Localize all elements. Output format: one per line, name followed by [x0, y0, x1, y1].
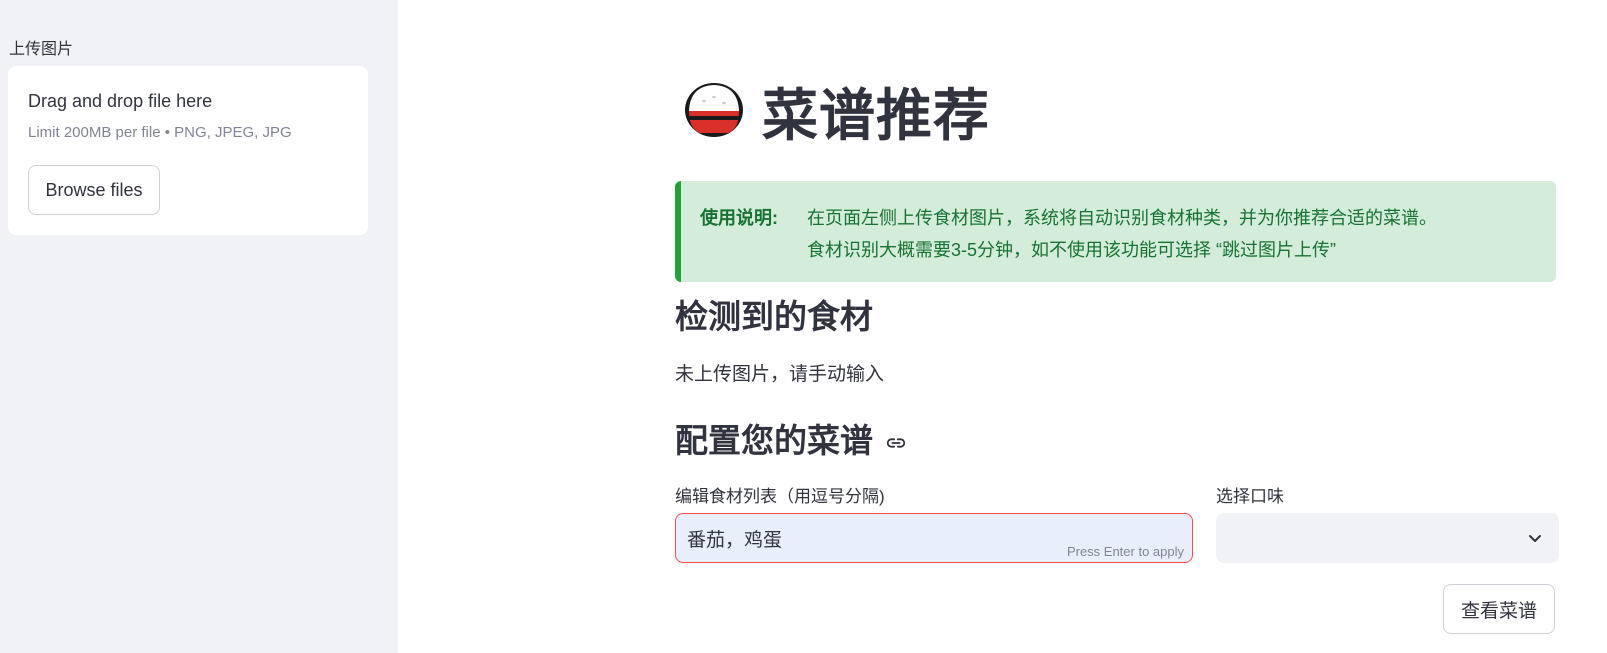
detected-ingredients-text: 未上传图片，请手动输入 [675, 364, 885, 385]
rice-bowl-icon [685, 83, 743, 137]
ingredients-label: 编辑食材列表（用逗号分隔) [675, 487, 885, 506]
main-content: 菜谱推荐 使用说明: 在页面左侧上传食材图片，系统将自动识别食材种类，并为你推荐… [398, 0, 1607, 653]
config-heading: 配置您的菜谱 [675, 421, 873, 460]
info-text-line2: 食材识别大概需要3-5分钟，如不使用该功能可选择 “跳过图片上传” [807, 240, 1337, 260]
dropzone-title: Drag and drop file here [28, 91, 213, 111]
chevron-down-icon [1529, 535, 1541, 542]
detected-ingredients-heading: 检测到的食材 [675, 297, 873, 336]
ingredients-input-wrapper: Press Enter to apply [675, 513, 1193, 563]
page-title: 菜谱推荐 [762, 83, 990, 149]
taste-label: 选择口味 [1216, 487, 1284, 506]
upload-label: 上传图片 [9, 41, 74, 58]
sidebar: 上传图片 Drag and drop file here Limit 200MB… [0, 0, 398, 653]
info-text-line1: 在页面左侧上传食材图片，系统将自动识别食材种类，并为你推荐合适的菜谱。 [807, 208, 1437, 228]
title-row: 菜谱推荐 [682, 76, 990, 149]
press-enter-hint: Press Enter to apply [1066, 544, 1184, 559]
file-dropzone[interactable]: Drag and drop file here Limit 200MB per … [8, 66, 368, 235]
link-icon[interactable] [885, 432, 907, 454]
browse-files-button[interactable]: Browse files [28, 165, 160, 215]
taste-select[interactable] [1216, 513, 1559, 563]
info-alert: 使用说明: 在页面左侧上传食材图片，系统将自动识别食材种类，并为你推荐合适的菜谱… [675, 181, 1556, 282]
config-heading-row: 配置您的菜谱 [675, 414, 907, 462]
dropzone-limit-text: Limit 200MB per file • PNG, JPEG, JPG [28, 124, 292, 141]
info-label: 使用说明: [700, 208, 778, 228]
view-recipes-button[interactable]: 查看菜谱 [1443, 584, 1555, 634]
